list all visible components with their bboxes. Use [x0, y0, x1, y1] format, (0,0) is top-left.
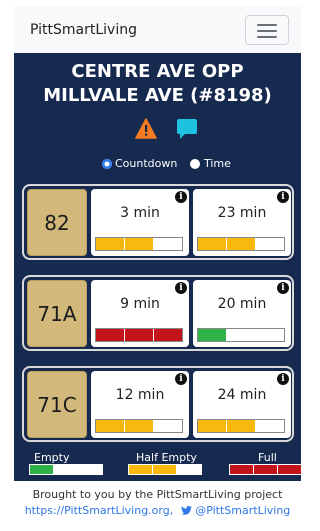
- arrival-time: 24 min: [217, 387, 267, 403]
- countdown-radio[interactable]: [102, 159, 112, 169]
- hamburger-icon: [257, 24, 277, 26]
- meter-segment: [256, 238, 284, 250]
- info-icon[interactable]: i: [277, 373, 289, 385]
- info-icon[interactable]: i: [277, 191, 289, 203]
- prediction-cell: 20 min i: [193, 280, 291, 347]
- hamburger-icon: [257, 30, 277, 32]
- navbar: PittSmartLiving: [14, 6, 301, 53]
- display-mode-toggle: Countdown Time: [14, 156, 301, 172]
- meter-segment: [153, 465, 177, 474]
- menu-toggle-button[interactable]: [245, 15, 289, 45]
- meter-segment: [154, 238, 182, 250]
- meter-segment: [230, 465, 254, 474]
- countdown-label[interactable]: Countdown: [115, 157, 177, 170]
- meter-segment: [125, 420, 154, 432]
- meter-segment: [30, 465, 54, 474]
- meter-segment: [177, 465, 201, 474]
- brand-link[interactable]: PittSmartLiving: [30, 22, 137, 38]
- meter-segment: [96, 420, 125, 432]
- alert-icons: [14, 118, 301, 140]
- route-number: 82: [27, 189, 87, 256]
- meter-segment: [154, 420, 182, 432]
- legend-full-meter: [229, 464, 303, 475]
- prediction-cell: 9 min i: [91, 280, 189, 347]
- legend-half-label: Half Empty: [136, 451, 197, 464]
- info-icon[interactable]: i: [175, 373, 187, 385]
- info-icon[interactable]: i: [175, 282, 187, 294]
- info-icon[interactable]: i: [277, 282, 289, 294]
- route-number: 71A: [27, 280, 87, 347]
- prediction-cell: 24 min i: [193, 371, 291, 438]
- meter-segment: [125, 238, 154, 250]
- meter-segment: [125, 329, 154, 341]
- meter-segment: [227, 329, 256, 341]
- fullness-meter: [197, 328, 285, 342]
- arrival-time: 9 min: [120, 296, 160, 312]
- hamburger-icon: [257, 36, 277, 38]
- time-radio[interactable]: [190, 159, 200, 169]
- legend-empty-label: Empty: [34, 451, 70, 464]
- prediction-cell: 12 min i: [91, 371, 189, 438]
- meter-segment: [198, 329, 227, 341]
- legend-half-meter: [128, 464, 202, 475]
- twitter-link[interactable]: @PittSmartLiving: [195, 504, 290, 517]
- arrivals-panel: CENTRE AVE OPP MILLVALE AVE (#8198) Coun…: [14, 53, 303, 481]
- arrival-time: 23 min: [217, 205, 267, 221]
- info-icon[interactable]: i: [175, 191, 187, 203]
- meter-segment: [278, 465, 302, 474]
- prediction-cell: 3 min i: [91, 189, 189, 256]
- meter-segment: [54, 465, 78, 474]
- meter-segment: [96, 329, 125, 341]
- prediction-cell: 23 min i: [193, 189, 291, 256]
- time-label[interactable]: Time: [204, 157, 231, 170]
- footer-credit: Brought to you by the PittSmartLiving pr…: [32, 488, 283, 501]
- site-link[interactable]: https://PittSmartLiving.org,: [25, 504, 174, 517]
- meter-segment: [198, 420, 227, 432]
- twitter-bird-icon: [180, 506, 192, 515]
- fullness-meter: [95, 419, 183, 433]
- arrival-time: 3 min: [120, 205, 160, 221]
- meter-segment: [129, 465, 153, 474]
- meter-segment: [227, 420, 256, 432]
- fullness-meter: [197, 237, 285, 251]
- meter-segment: [227, 238, 256, 250]
- meter-segment: [96, 238, 125, 250]
- footer: Brought to you by the PittSmartLiving pr…: [0, 488, 315, 517]
- arrival-time: 20 min: [217, 296, 267, 312]
- warning-icon[interactable]: [135, 118, 157, 139]
- legend-full-label: Full: [258, 451, 277, 464]
- fullness-meter: [95, 237, 183, 251]
- arrival-time: 12 min: [115, 387, 165, 403]
- meter-segment: [256, 420, 284, 432]
- meter-segment: [254, 465, 278, 474]
- stop-title-line1: CENTRE AVE OPP: [71, 61, 244, 82]
- meter-segment: [78, 465, 102, 474]
- fullness-meter: [95, 328, 183, 342]
- stop-title-line2: MILLVALE AVE (#8198): [43, 85, 272, 106]
- meter-segment: [256, 329, 284, 341]
- legend-empty-meter: [29, 464, 103, 475]
- route-card: 82 3 min i 23 min i: [22, 184, 294, 260]
- chat-bubble-icon[interactable]: [176, 118, 198, 140]
- route-number: 71C: [27, 371, 87, 438]
- meter-segment: [154, 329, 182, 341]
- fullness-meter: [197, 419, 285, 433]
- route-card: 71C 12 min i 24 min i: [22, 366, 294, 442]
- meter-segment: [198, 238, 227, 250]
- route-card: 71A 9 min i 20 min i: [22, 275, 294, 351]
